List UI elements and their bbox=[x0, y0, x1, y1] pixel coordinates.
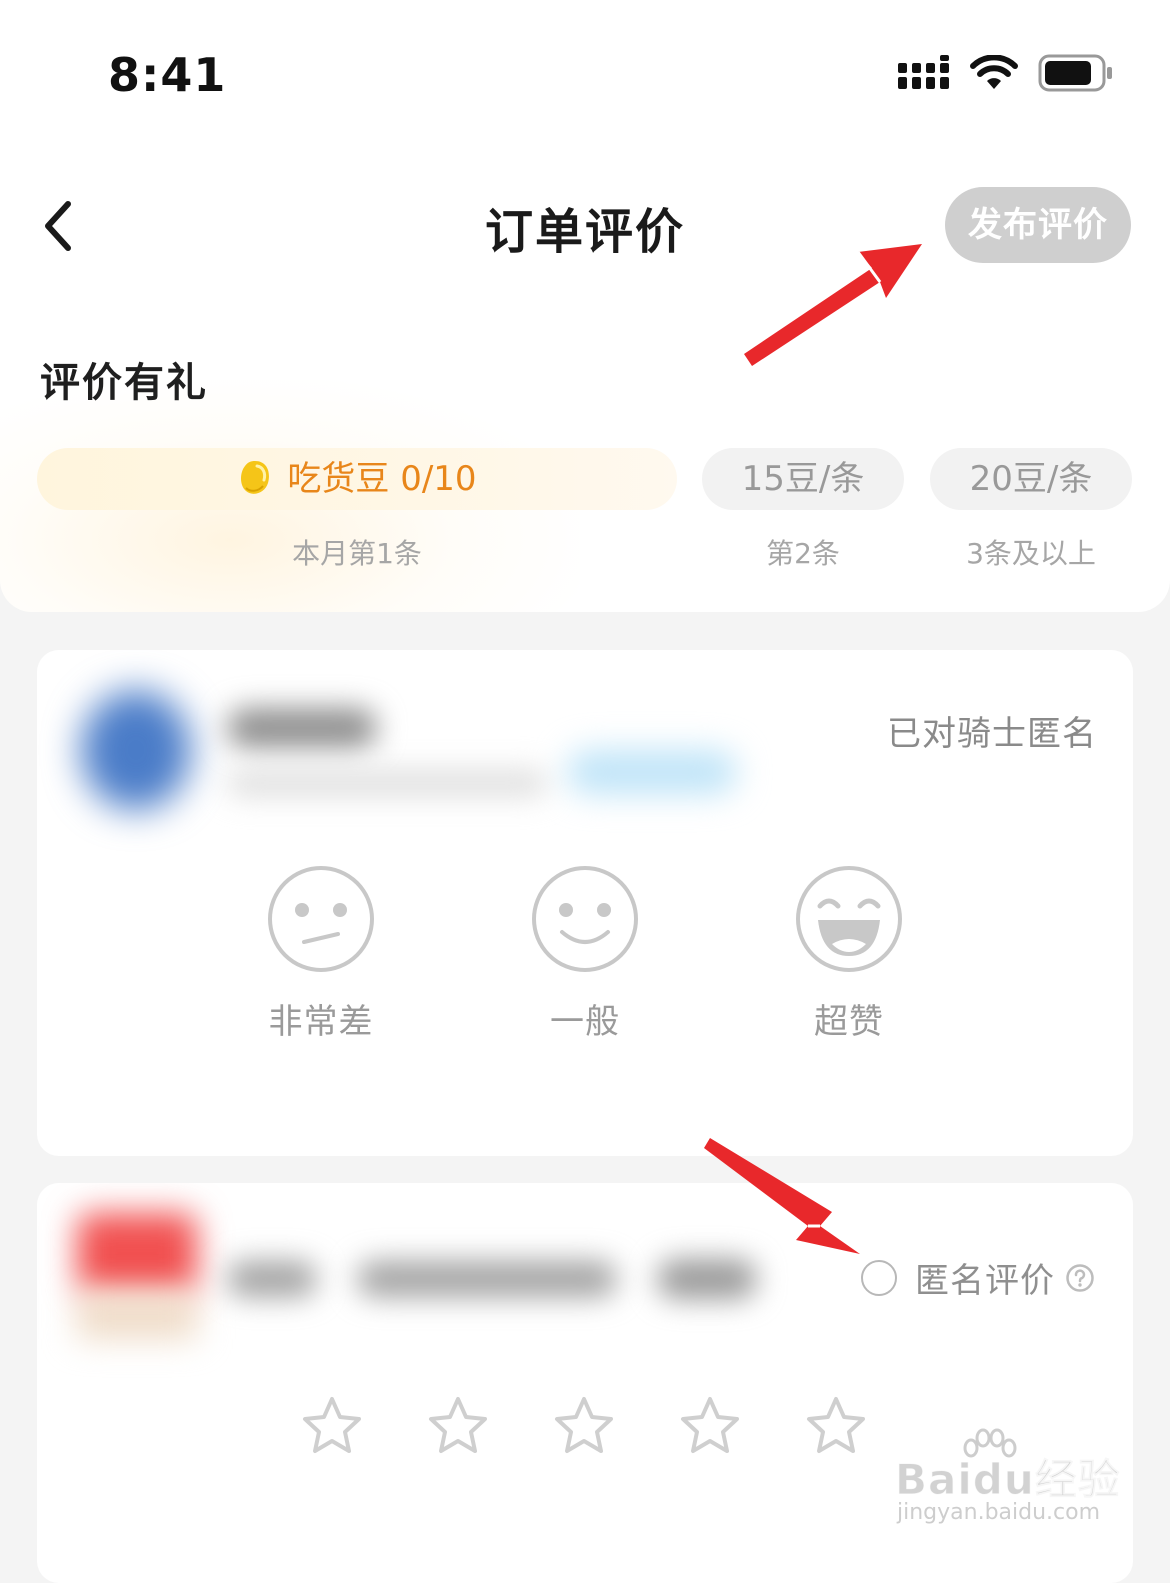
smile-face-icon bbox=[532, 866, 638, 972]
rating-option-ok[interactable]: 一般 bbox=[515, 864, 655, 1043]
anonymous-review-label: 匿名评价 bbox=[915, 1261, 1055, 1301]
publish-review-button[interactable]: 发布评价 bbox=[945, 187, 1131, 263]
wifi-icon bbox=[970, 55, 1018, 89]
rating-label-ok: 一般 bbox=[550, 1002, 620, 1042]
battery-icon bbox=[1038, 54, 1112, 92]
reward-section-title: 评价有礼 bbox=[40, 360, 208, 406]
sad-face-icon bbox=[268, 866, 374, 972]
laugh-face-icon bbox=[796, 866, 902, 972]
rating-label-great: 超赞 bbox=[814, 1002, 884, 1042]
watermark-text: Baidu经验 bbox=[895, 1455, 1121, 1505]
status-time: 8:41 bbox=[108, 48, 227, 102]
rating-option-great[interactable]: 超赞 bbox=[779, 864, 919, 1043]
star-5-icon[interactable] bbox=[804, 1395, 868, 1457]
rider-rating-card: 已对骑士匿名 非常差 一般 超赞 bbox=[37, 650, 1133, 1156]
star-4-icon[interactable] bbox=[678, 1395, 742, 1457]
reward-tier-second-caption: 第2条 bbox=[766, 537, 840, 570]
status-icons bbox=[898, 54, 1114, 92]
reward-tier-current: 吃货豆 0/10 bbox=[37, 448, 677, 510]
baidu-watermark: Baidu经验 jingyan.baidu.com bbox=[895, 1428, 1120, 1540]
watermark-url: jingyan.baidu.com bbox=[897, 1500, 1101, 1525]
anonymous-radio[interactable] bbox=[861, 1259, 897, 1296]
reward-tier-third: 20豆/条 bbox=[930, 448, 1132, 510]
rider-anonymous-note: 已对骑士匿名 bbox=[887, 714, 1097, 754]
rating-label-bad: 非常差 bbox=[268, 1002, 374, 1042]
star-2-icon[interactable] bbox=[426, 1395, 490, 1457]
reward-tier-second: 15豆/条 bbox=[702, 448, 904, 510]
reward-tier-current-caption: 本月第1条 bbox=[292, 537, 422, 570]
rating-option-bad[interactable]: 非常差 bbox=[251, 864, 391, 1043]
reward-tier-current-label: 吃货豆 0/10 bbox=[287, 459, 477, 499]
help-question-icon[interactable] bbox=[1065, 1263, 1095, 1293]
anonymous-review-toggle[interactable]: 匿名评价 bbox=[861, 1253, 1095, 1302]
star-3-icon[interactable] bbox=[552, 1395, 616, 1457]
cellular-signal-icon bbox=[898, 55, 949, 89]
bean-coin-icon bbox=[241, 460, 270, 494]
reward-tier-third-caption: 3条及以上 bbox=[966, 537, 1096, 570]
star-1-icon[interactable] bbox=[300, 1395, 364, 1457]
